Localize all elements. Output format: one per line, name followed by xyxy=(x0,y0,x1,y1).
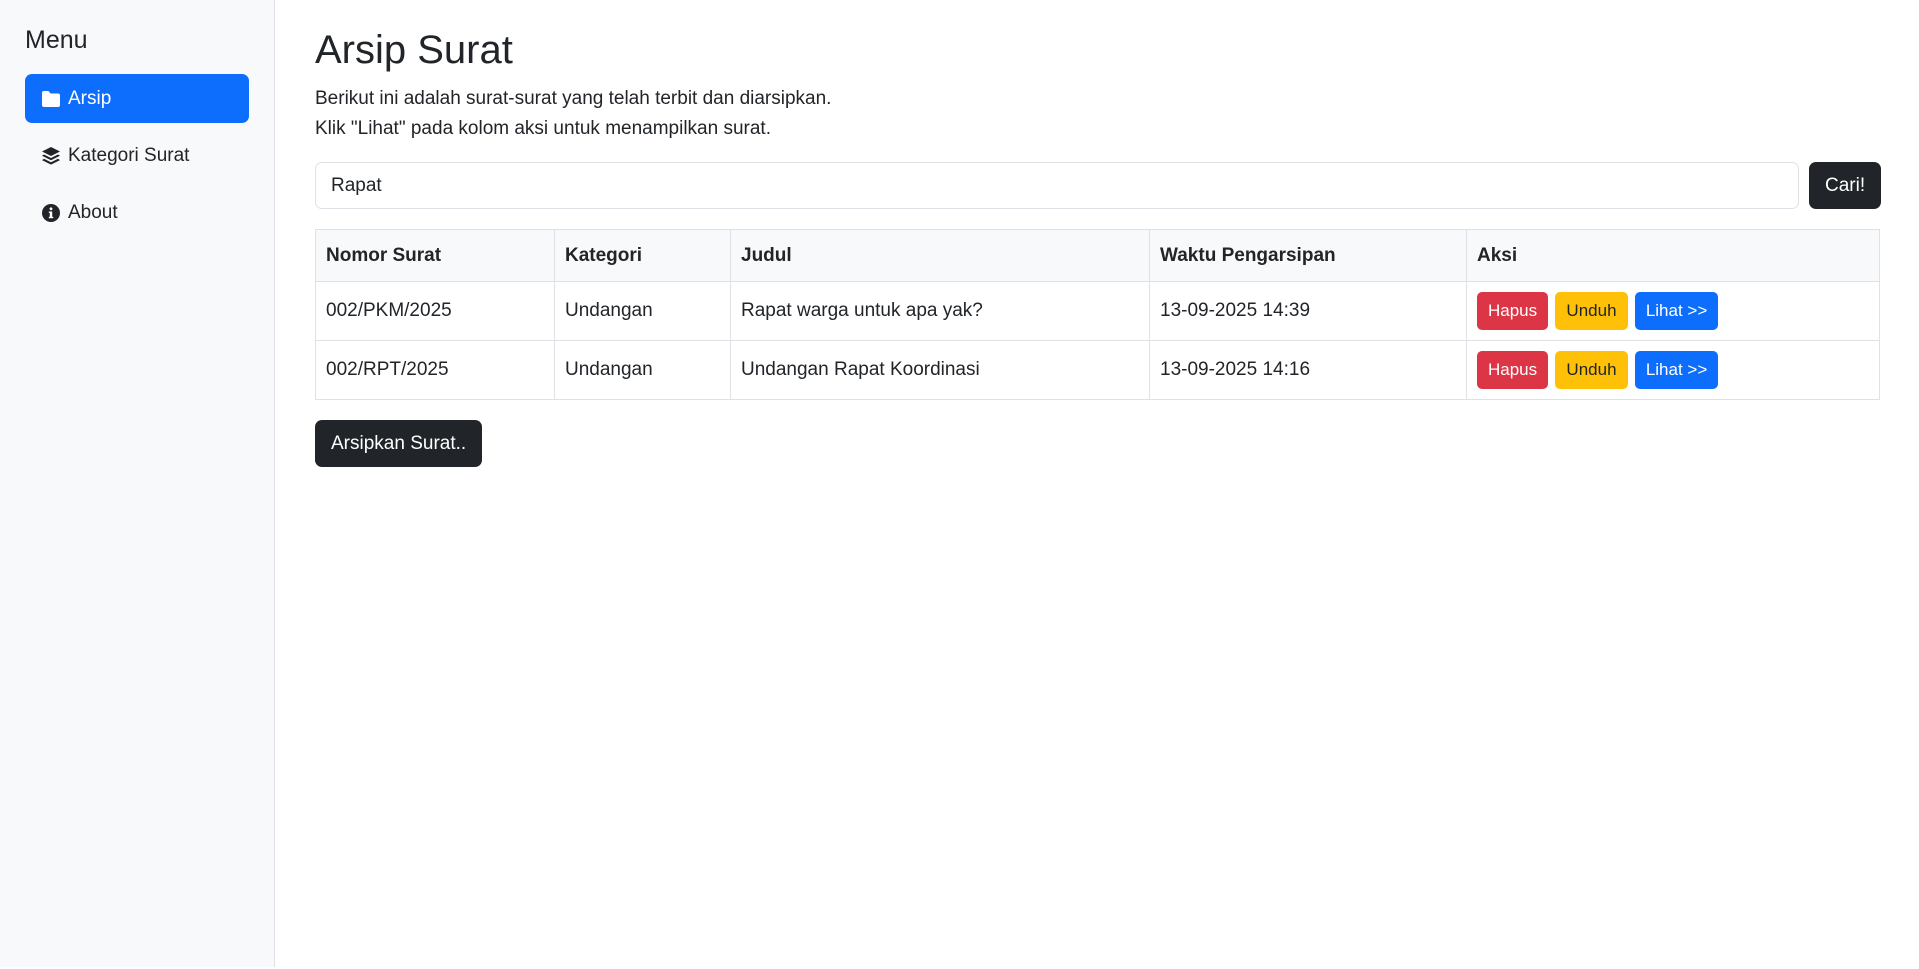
main-content: Arsip Surat Berikut ini adalah surat-sur… xyxy=(275,0,1919,969)
view-button[interactable]: Lihat >> xyxy=(1634,292,1719,330)
table-row: 002/PKM/2025 Undangan Rapat warga untuk … xyxy=(315,281,1880,341)
download-button[interactable]: Unduh xyxy=(1555,292,1628,330)
header-nomor-surat: Nomor Surat xyxy=(315,229,555,282)
sidebar: Menu Arsip Kategori Surat About xyxy=(0,0,275,967)
view-button[interactable]: Lihat >> xyxy=(1634,351,1719,389)
sidebar-item-label: About xyxy=(68,201,118,223)
search-button[interactable]: Cari! xyxy=(1809,162,1882,209)
cell-nomor-surat: 002/PKM/2025 xyxy=(315,281,555,341)
archive-table: Nomor Surat Kategori Judul Waktu Pengars… xyxy=(315,229,1880,400)
delete-button[interactable]: Hapus xyxy=(1477,292,1549,330)
header-judul: Judul xyxy=(730,229,1150,282)
cell-waktu: 13-09-2025 14:39 xyxy=(1149,281,1467,341)
table-row: 002/RPT/2025 Undangan Undangan Rapat Koo… xyxy=(315,340,1880,400)
sidebar-item-label: Arsip xyxy=(68,87,112,109)
header-aksi: Aksi xyxy=(1466,229,1880,282)
search-bar: Cari! xyxy=(315,162,1882,209)
sidebar-item-arsip[interactable]: Arsip xyxy=(25,74,249,123)
cell-kategori: Undangan xyxy=(554,340,731,400)
app-root: Menu Arsip Kategori Surat About Arsip Su… xyxy=(0,0,1919,969)
download-button[interactable]: Unduh xyxy=(1555,351,1628,389)
delete-button[interactable]: Hapus xyxy=(1477,351,1549,389)
header-kategori: Kategori xyxy=(554,229,731,282)
info-circle-icon xyxy=(40,202,62,224)
cell-kategori: Undangan xyxy=(554,281,731,341)
cell-aksi: Hapus Unduh Lihat >> xyxy=(1466,281,1880,341)
sidebar-title: Menu xyxy=(25,26,88,54)
sidebar-item-kategori-surat[interactable]: Kategori Surat xyxy=(25,131,249,180)
page-description-line-2: Klik "Lihat" pada kolom aksi untuk menam… xyxy=(315,118,771,139)
folder-icon xyxy=(40,88,62,110)
cell-judul: Undangan Rapat Koordinasi xyxy=(730,340,1150,400)
page-title: Arsip Surat xyxy=(315,28,513,72)
cell-judul: Rapat warga untuk apa yak? xyxy=(730,281,1150,341)
sidebar-item-about[interactable]: About xyxy=(25,188,249,237)
table-header-row: Nomor Surat Kategori Judul Waktu Pengars… xyxy=(315,229,1880,282)
cell-waktu: 13-09-2025 14:16 xyxy=(1149,340,1467,400)
header-waktu-pengarsipan: Waktu Pengarsipan xyxy=(1149,229,1467,282)
cell-aksi: Hapus Unduh Lihat >> xyxy=(1466,340,1880,400)
layers-icon xyxy=(40,145,62,167)
search-input[interactable] xyxy=(315,162,1799,209)
sidebar-item-label: Kategori Surat xyxy=(68,144,190,166)
page-description-line-1: Berikut ini adalah surat-surat yang tela… xyxy=(315,88,832,109)
archive-letter-button[interactable]: Arsipkan Surat.. xyxy=(315,420,483,467)
cell-nomor-surat: 002/RPT/2025 xyxy=(315,340,555,400)
